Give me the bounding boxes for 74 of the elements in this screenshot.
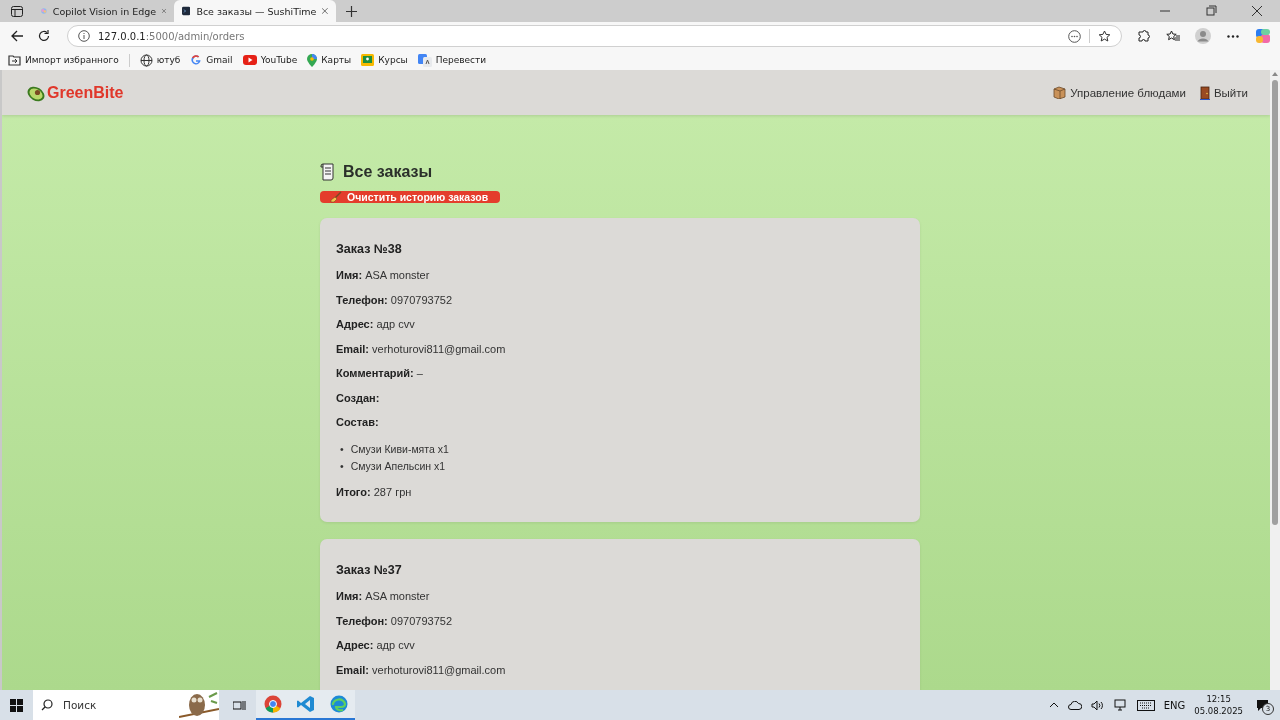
windows-start-icon[interactable] xyxy=(10,698,23,712)
order-field: Адрес: адр cvv xyxy=(336,318,904,331)
bookmark[interactable]: ютуб xyxy=(139,53,181,67)
bullet: • xyxy=(340,458,344,474)
video-play-icon xyxy=(242,55,257,65)
tab-actions-icon[interactable] xyxy=(10,5,23,17)
refresh-icon[interactable] xyxy=(37,30,50,42)
scroll-icon xyxy=(320,162,337,181)
extensions-icon[interactable] xyxy=(1136,29,1150,43)
bookmark[interactable]: Курсы xyxy=(361,54,408,66)
scroll-up-arrow-icon[interactable] xyxy=(1272,72,1278,76)
code-editor-icon[interactable] xyxy=(296,695,315,713)
star-icon[interactable] xyxy=(1098,29,1111,43)
box-icon xyxy=(1053,86,1067,99)
more-icon[interactable] xyxy=(1227,34,1239,38)
order-field: Телефон: 0970793752 xyxy=(336,614,904,628)
back-arrow-icon[interactable] xyxy=(10,30,24,42)
browser-tab[interactable]: Copilot Vision in Edge xyxy=(33,0,174,22)
order-title: Заказ №38 xyxy=(336,242,403,256)
chrome-icon[interactable] xyxy=(263,695,282,713)
door-icon xyxy=(1199,85,1210,100)
taskbar-clock[interactable]: 12:15 05.08.2025 xyxy=(1194,693,1243,717)
keyboard-icon[interactable] xyxy=(1136,699,1155,711)
bookmark[interactable]: Карты xyxy=(307,53,352,67)
search-input[interactable]: Поиск xyxy=(61,698,175,712)
bullet: • xyxy=(340,441,344,457)
order-field: Email: verhoturovi811@gmail.com xyxy=(336,342,904,356)
map-pin-icon xyxy=(307,53,318,67)
broom-icon xyxy=(330,191,342,203)
close-icon[interactable] xyxy=(322,7,328,15)
order-field: Телефон: 0970793752 xyxy=(336,293,904,307)
language-indicator[interactable]: ENG xyxy=(1163,699,1186,711)
nav-link[interactable]: Выйти xyxy=(1199,85,1248,100)
order-item: Смузи Киви-мята x1 xyxy=(350,441,449,457)
order-field: Комментарий: – xyxy=(336,367,904,380)
bookmark[interactable]: YouTube xyxy=(242,55,298,65)
chevron-up-icon[interactable] xyxy=(1048,702,1059,708)
new-tab-icon[interactable] xyxy=(345,5,357,17)
scrollbar[interactable] xyxy=(1270,70,1280,690)
globe-icon xyxy=(139,53,153,67)
clear-history-button[interactable]: Очистить историю заказов xyxy=(320,191,501,203)
order-field: Имя: ASA monster xyxy=(336,590,904,603)
translate-icon xyxy=(417,53,432,67)
order-item: Смузи Апельсин x1 xyxy=(350,458,446,474)
task-view-icon[interactable] xyxy=(233,699,246,711)
owl-drawing xyxy=(179,691,219,719)
order-field: Email: verhoturovi811@gmail.com xyxy=(336,663,904,677)
nav-link[interactable]: Управление блюдами xyxy=(1053,85,1186,100)
browser-tab[interactable]: Все заказы — SushiTime xyxy=(174,0,336,22)
order-field: Адрес: адр cvv xyxy=(336,639,904,652)
order-field: Создан: xyxy=(336,391,904,405)
order-field: Имя: ASA monster xyxy=(336,269,904,282)
order-field: Итого: 287 грн xyxy=(336,485,904,499)
copilot-icon xyxy=(41,5,47,17)
order-field: Состав: xyxy=(336,416,904,429)
search-icon xyxy=(41,699,53,711)
cloud-icon[interactable] xyxy=(1067,700,1082,710)
info-icon[interactable] xyxy=(78,30,90,42)
google-icon xyxy=(190,54,203,66)
favorites-icon[interactable] xyxy=(1166,29,1180,43)
volume-icon[interactable] xyxy=(1090,699,1105,711)
bookmark[interactable]: Перевести xyxy=(417,53,487,67)
page-title: Все заказы xyxy=(343,162,433,181)
bookmark[interactable]: Gmail xyxy=(190,54,233,66)
edge-browser-icon[interactable] xyxy=(329,695,348,713)
profile-avatar-icon[interactable] xyxy=(1195,28,1211,44)
terminal-icon xyxy=(182,5,191,17)
bookmark[interactable]: Импорт избранного xyxy=(8,54,119,66)
import-icon xyxy=(8,54,21,66)
classroom-icon xyxy=(361,54,375,66)
order-title: Заказ №37 xyxy=(336,563,403,577)
address-bar[interactable]: 127.0.0.1:5000/admin/orders xyxy=(67,25,1122,47)
taskbar-search-field[interactable]: Поиск xyxy=(33,690,219,720)
copilot-icon[interactable] xyxy=(1255,28,1271,44)
